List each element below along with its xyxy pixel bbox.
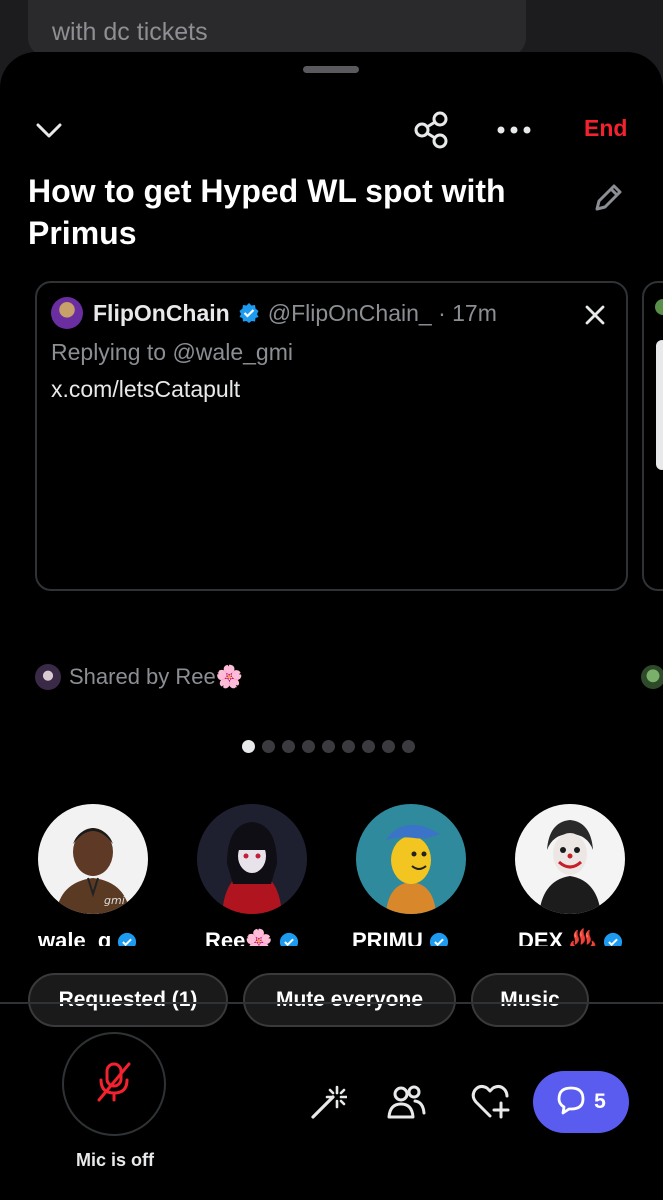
pinned-post-card[interactable]: FlipOnChain @FlipOnChain_ · 17m Replying… [35, 281, 628, 591]
speaker-avatar-dex[interactable] [515, 804, 625, 914]
speaker-avatar-primus[interactable] [356, 804, 466, 914]
post-author-name[interactable]: FlipOnChain [93, 300, 230, 327]
next-post-media [656, 340, 663, 470]
verified-badge-icon [603, 932, 623, 946]
speaker-name: wale_g [38, 928, 158, 946]
heart-plus-icon[interactable] [470, 1082, 510, 1122]
people-icon[interactable] [386, 1082, 426, 1122]
avatar[interactable] [51, 297, 83, 329]
post-header: FlipOnChain @FlipOnChain_ · 17m [51, 296, 497, 330]
mic-status-label: Mic is off [75, 1150, 154, 1170]
svg-text:gmi: gmi [104, 894, 125, 907]
verified-badge-icon [279, 932, 299, 946]
pagination-dot[interactable] [282, 740, 295, 753]
speaker-avatar-ree[interactable] [197, 804, 307, 914]
sheet-drag-handle[interactable] [303, 66, 359, 73]
avatar [35, 664, 61, 690]
chat-bubble-icon [556, 1085, 586, 1120]
speaker-name-text: Ree🌸 [205, 928, 273, 946]
verified-badge-icon [429, 932, 449, 946]
replying-to-text[interactable]: Replying to @wale_gmi [51, 339, 293, 366]
chat-count: 5 [594, 1090, 606, 1113]
mic-off-icon [94, 1060, 134, 1109]
share-icon[interactable] [412, 110, 450, 150]
end-space-button[interactable]: End [584, 115, 627, 142]
mic-toggle-button[interactable] [62, 1032, 166, 1136]
speaker-name: DEX ♨️ [518, 928, 638, 946]
shared-by-text: Shared by Ree🌸 [69, 664, 244, 689]
space-sheet: End How to get Hyped WL spot with Primus… [0, 52, 663, 1200]
post-body-link[interactable]: x.com/letsCatapult [51, 376, 240, 403]
pagination-dot[interactable] [342, 740, 355, 753]
shared-by: Shared by Ree🌸 [35, 664, 243, 690]
space-title: How to get Hyped WL spot with Primus [28, 173, 506, 251]
carousel-pagination [242, 740, 415, 753]
pagination-dot[interactable] [402, 740, 415, 753]
pagination-dot[interactable] [302, 740, 315, 753]
speaker-name-text: PRIMU [352, 928, 423, 946]
background-comment-bubble: with dc tickets [28, 0, 526, 56]
pagination-dot[interactable] [362, 740, 375, 753]
speaker-name: Ree🌸 [205, 928, 315, 946]
speaker-name-text: wale_g [38, 928, 112, 946]
music-button[interactable]: Music [471, 973, 589, 1027]
post-handle-time: @FlipOnChain_ · 17m [267, 299, 497, 326]
more-horizontal-icon[interactable] [496, 118, 532, 142]
speaker-avatar-wale[interactable]: gmi [38, 804, 148, 914]
divider [0, 1002, 663, 1004]
pagination-dot[interactable] [322, 740, 335, 753]
chat-button[interactable]: 5 [533, 1071, 629, 1133]
background-comment-text: with dc tickets [52, 18, 208, 46]
verified-badge-icon [238, 302, 260, 324]
chevron-down-icon[interactable] [34, 116, 64, 146]
speaker-name: PRIMU [352, 928, 482, 946]
verified-badge-icon [117, 932, 137, 946]
pagination-dot[interactable] [382, 740, 395, 753]
close-icon[interactable] [583, 303, 607, 327]
speaker-name-text: DEX ♨️ [518, 928, 597, 946]
pagination-dot-active[interactable] [242, 740, 255, 753]
magic-wand-icon[interactable] [308, 1082, 348, 1122]
requested-button[interactable]: Requested (1) [28, 973, 228, 1027]
mute-everyone-button[interactable]: Mute everyone [243, 973, 456, 1027]
pencil-icon[interactable] [590, 180, 626, 216]
pagination-dot[interactable] [262, 740, 275, 753]
avatar [641, 665, 663, 689]
